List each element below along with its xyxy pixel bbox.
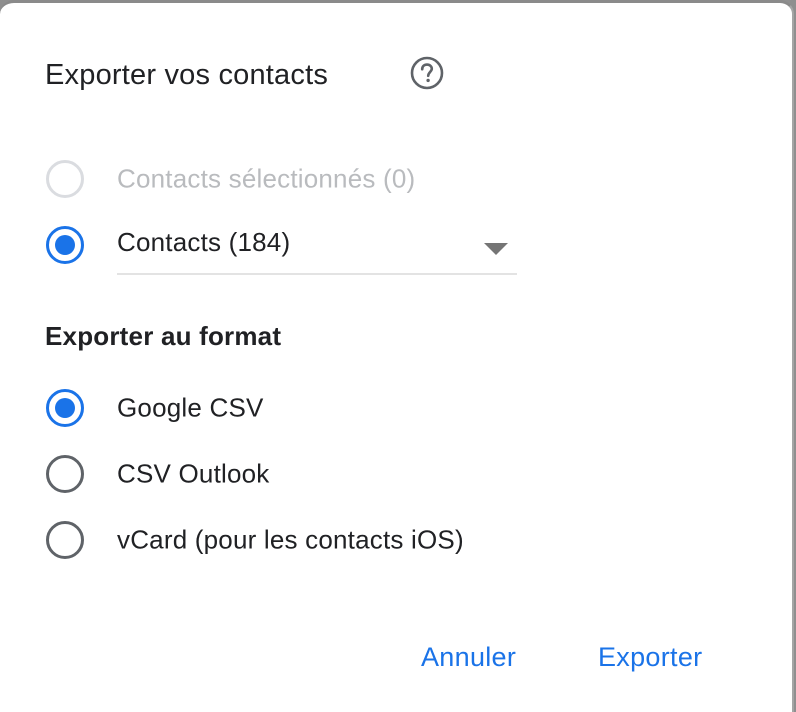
help-icon[interactable] (409, 55, 445, 91)
contacts-dropdown[interactable]: Contacts (184) (117, 219, 517, 275)
export-contacts-dialog: Exporter vos contacts Contacts sélection… (0, 0, 794, 712)
dialog-title: Exporter vos contacts (45, 58, 329, 91)
radio-option-selected-contacts: Contacts sélectionnés (0) (45, 159, 415, 199)
radio-option-google-csv[interactable]: Google CSV (45, 388, 263, 428)
radio-option-contacts[interactable] (45, 225, 85, 265)
radio-option-csv-outlook[interactable]: CSV Outlook (45, 454, 269, 494)
export-button[interactable]: Exporter (598, 635, 702, 679)
cancel-button[interactable]: Annuler (421, 635, 516, 679)
radio-button-vcard[interactable] (45, 520, 85, 560)
radio-button-contacts[interactable] (45, 225, 85, 265)
dialog-header: Exporter vos contacts (45, 55, 444, 95)
radio-label-csv-outlook: CSV Outlook (117, 458, 270, 489)
radio-option-vcard[interactable]: vCard (pour les contacts iOS) (45, 520, 464, 560)
radio-label-google-csv: Google CSV (117, 392, 264, 423)
contacts-dropdown-value: Contacts (184) (117, 227, 291, 257)
format-section-heading: Exporter au format (45, 321, 282, 351)
dropdown-arrow-icon (483, 242, 509, 256)
radio-button-google-csv[interactable] (45, 388, 85, 428)
radio-button-selected-contacts (45, 159, 85, 199)
radio-button-csv-outlook[interactable] (45, 454, 85, 494)
radio-label-vcard: vCard (pour les contacts iOS) (117, 524, 464, 555)
radio-label-selected-contacts: Contacts sélectionnés (0) (117, 163, 416, 194)
